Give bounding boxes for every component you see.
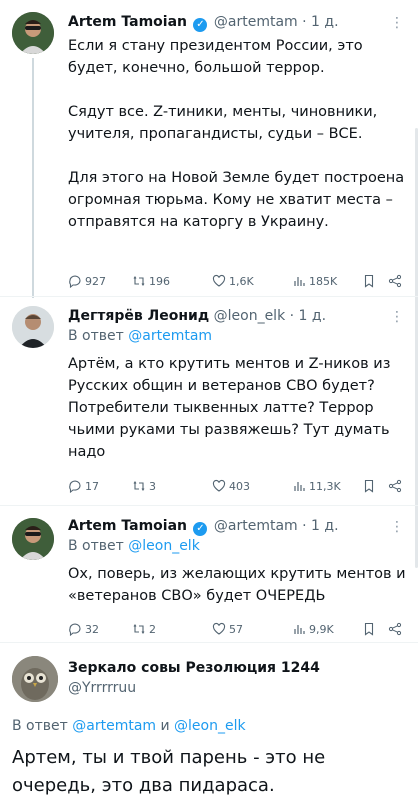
tweet-text: Артем, ты и твой парень - это не очередь… bbox=[12, 747, 331, 796]
tweet-text: Ох, поверь, из желающих крутить ментов и… bbox=[68, 566, 411, 604]
more-icon[interactable]: ⋮ bbox=[390, 16, 404, 30]
views-button[interactable]: 11,3K bbox=[292, 479, 362, 493]
author-handle[interactable]: @leon_elk bbox=[214, 308, 286, 324]
bookmark-button[interactable] bbox=[362, 479, 388, 493]
author-name[interactable]: Зеркало совы Резолюция 1244 bbox=[68, 660, 320, 676]
author-handle[interactable]: @Yrrrrruu bbox=[68, 680, 136, 696]
avatar[interactable] bbox=[12, 518, 54, 560]
bookmark-icon bbox=[364, 479, 374, 493]
reply-icon bbox=[69, 480, 81, 493]
views-icon bbox=[294, 277, 305, 286]
retweet-button[interactable]: 3 bbox=[132, 479, 212, 493]
heart-icon bbox=[212, 622, 226, 635]
bookmark-icon bbox=[364, 622, 374, 636]
divider bbox=[0, 296, 418, 297]
like-button[interactable]: 57 bbox=[212, 622, 292, 636]
action-bar: 927 196 1,6K 185K bbox=[68, 272, 406, 290]
author-name[interactable]: Artem Tamoian bbox=[68, 518, 187, 534]
reply-button[interactable]: 32 bbox=[68, 622, 132, 636]
retweet-icon bbox=[133, 624, 145, 634]
timestamp[interactable]: 1 д. bbox=[311, 518, 339, 534]
timestamp[interactable]: 1 д. bbox=[311, 14, 339, 30]
views-icon bbox=[294, 482, 305, 491]
retweet-icon bbox=[133, 276, 145, 286]
action-bar: 32 2 57 9,9K bbox=[68, 620, 406, 638]
views-button[interactable]: 9,9K bbox=[292, 622, 362, 636]
tweet-1[interactable]: Artem Tamoian ✓ @artemtam · 1 д. ⋮ Если … bbox=[0, 0, 418, 300]
avatar[interactable] bbox=[12, 12, 54, 54]
reply-to-link[interactable]: @leon_elk bbox=[174, 718, 246, 734]
reply-button[interactable]: 927 bbox=[68, 274, 132, 288]
reply-context: В ответ @artemtam и @leon_elk bbox=[12, 718, 246, 734]
reply-context: В ответ @artemtam bbox=[68, 328, 213, 344]
bookmark-button[interactable] bbox=[362, 622, 388, 636]
tweet-header: Artem Tamoian ✓ @artemtam · 1 д. bbox=[68, 518, 339, 536]
share-button[interactable] bbox=[388, 274, 402, 288]
retweet-button[interactable]: 196 bbox=[132, 274, 212, 288]
thread-line bbox=[32, 58, 34, 298]
reply-to-link[interactable]: @artemtam bbox=[72, 718, 156, 734]
share-icon bbox=[388, 479, 402, 493]
tweet-text: Артём, а кто крутить ментов и Z-ников из… bbox=[68, 356, 396, 460]
like-button[interactable]: 403 bbox=[212, 479, 292, 493]
tweet-2[interactable]: Дегтярёв Леонид @leon_elk · 1 д. ⋮ В отв… bbox=[0, 300, 418, 508]
views-button[interactable]: 185K bbox=[292, 274, 362, 288]
tweet-header: Artem Tamoian ✓ @artemtam · 1 д. bbox=[68, 14, 339, 32]
divider bbox=[0, 505, 418, 506]
more-icon[interactable]: ⋮ bbox=[390, 310, 404, 324]
tweet-3[interactable]: Artem Tamoian ✓ @artemtam · 1 д. ⋮ В отв… bbox=[0, 508, 418, 640]
timestamp[interactable]: 1 д. bbox=[299, 308, 327, 324]
like-button[interactable]: 1,6K bbox=[212, 274, 292, 288]
heart-icon bbox=[212, 274, 226, 287]
author-handle[interactable]: @artemtam bbox=[214, 518, 298, 534]
verified-icon: ✓ bbox=[193, 522, 208, 536]
reply-to-link[interactable]: @artemtam bbox=[128, 328, 212, 344]
retweet-icon bbox=[133, 481, 145, 491]
tweet-header: Дегтярёв Леонид @leon_elk · 1 д. bbox=[68, 308, 327, 324]
avatar[interactable] bbox=[12, 306, 54, 348]
more-icon[interactable]: ⋮ bbox=[390, 520, 404, 534]
bookmark-icon bbox=[364, 274, 374, 288]
share-button[interactable] bbox=[388, 622, 402, 636]
tweet-4[interactable]: Зеркало совы Резолюция 1244 @Yrrrrruu В … bbox=[0, 646, 418, 800]
share-icon bbox=[388, 622, 402, 636]
reply-icon bbox=[69, 275, 81, 288]
verified-icon: ✓ bbox=[193, 18, 208, 32]
heart-icon bbox=[212, 479, 226, 492]
author-handle[interactable]: @artemtam bbox=[214, 14, 298, 30]
share-button[interactable] bbox=[388, 479, 402, 493]
reply-button[interactable]: 17 bbox=[68, 479, 132, 493]
reply-context: В ответ @leon_elk bbox=[68, 538, 200, 554]
bookmark-button[interactable] bbox=[362, 274, 388, 288]
share-icon bbox=[388, 274, 402, 288]
author-name[interactable]: Дегтярёв Леонид bbox=[68, 308, 209, 324]
reply-to-link[interactable]: @leon_elk bbox=[128, 538, 200, 554]
retweet-button[interactable]: 2 bbox=[132, 622, 212, 636]
views-icon bbox=[294, 625, 305, 634]
reply-icon bbox=[69, 623, 81, 636]
avatar[interactable] bbox=[12, 656, 58, 702]
tweet-text: Если я стану президентом России, это буд… bbox=[68, 38, 405, 230]
action-bar: 17 3 403 11,3K bbox=[68, 477, 406, 495]
author-name[interactable]: Artem Tamoian bbox=[68, 14, 187, 30]
divider bbox=[0, 642, 418, 643]
